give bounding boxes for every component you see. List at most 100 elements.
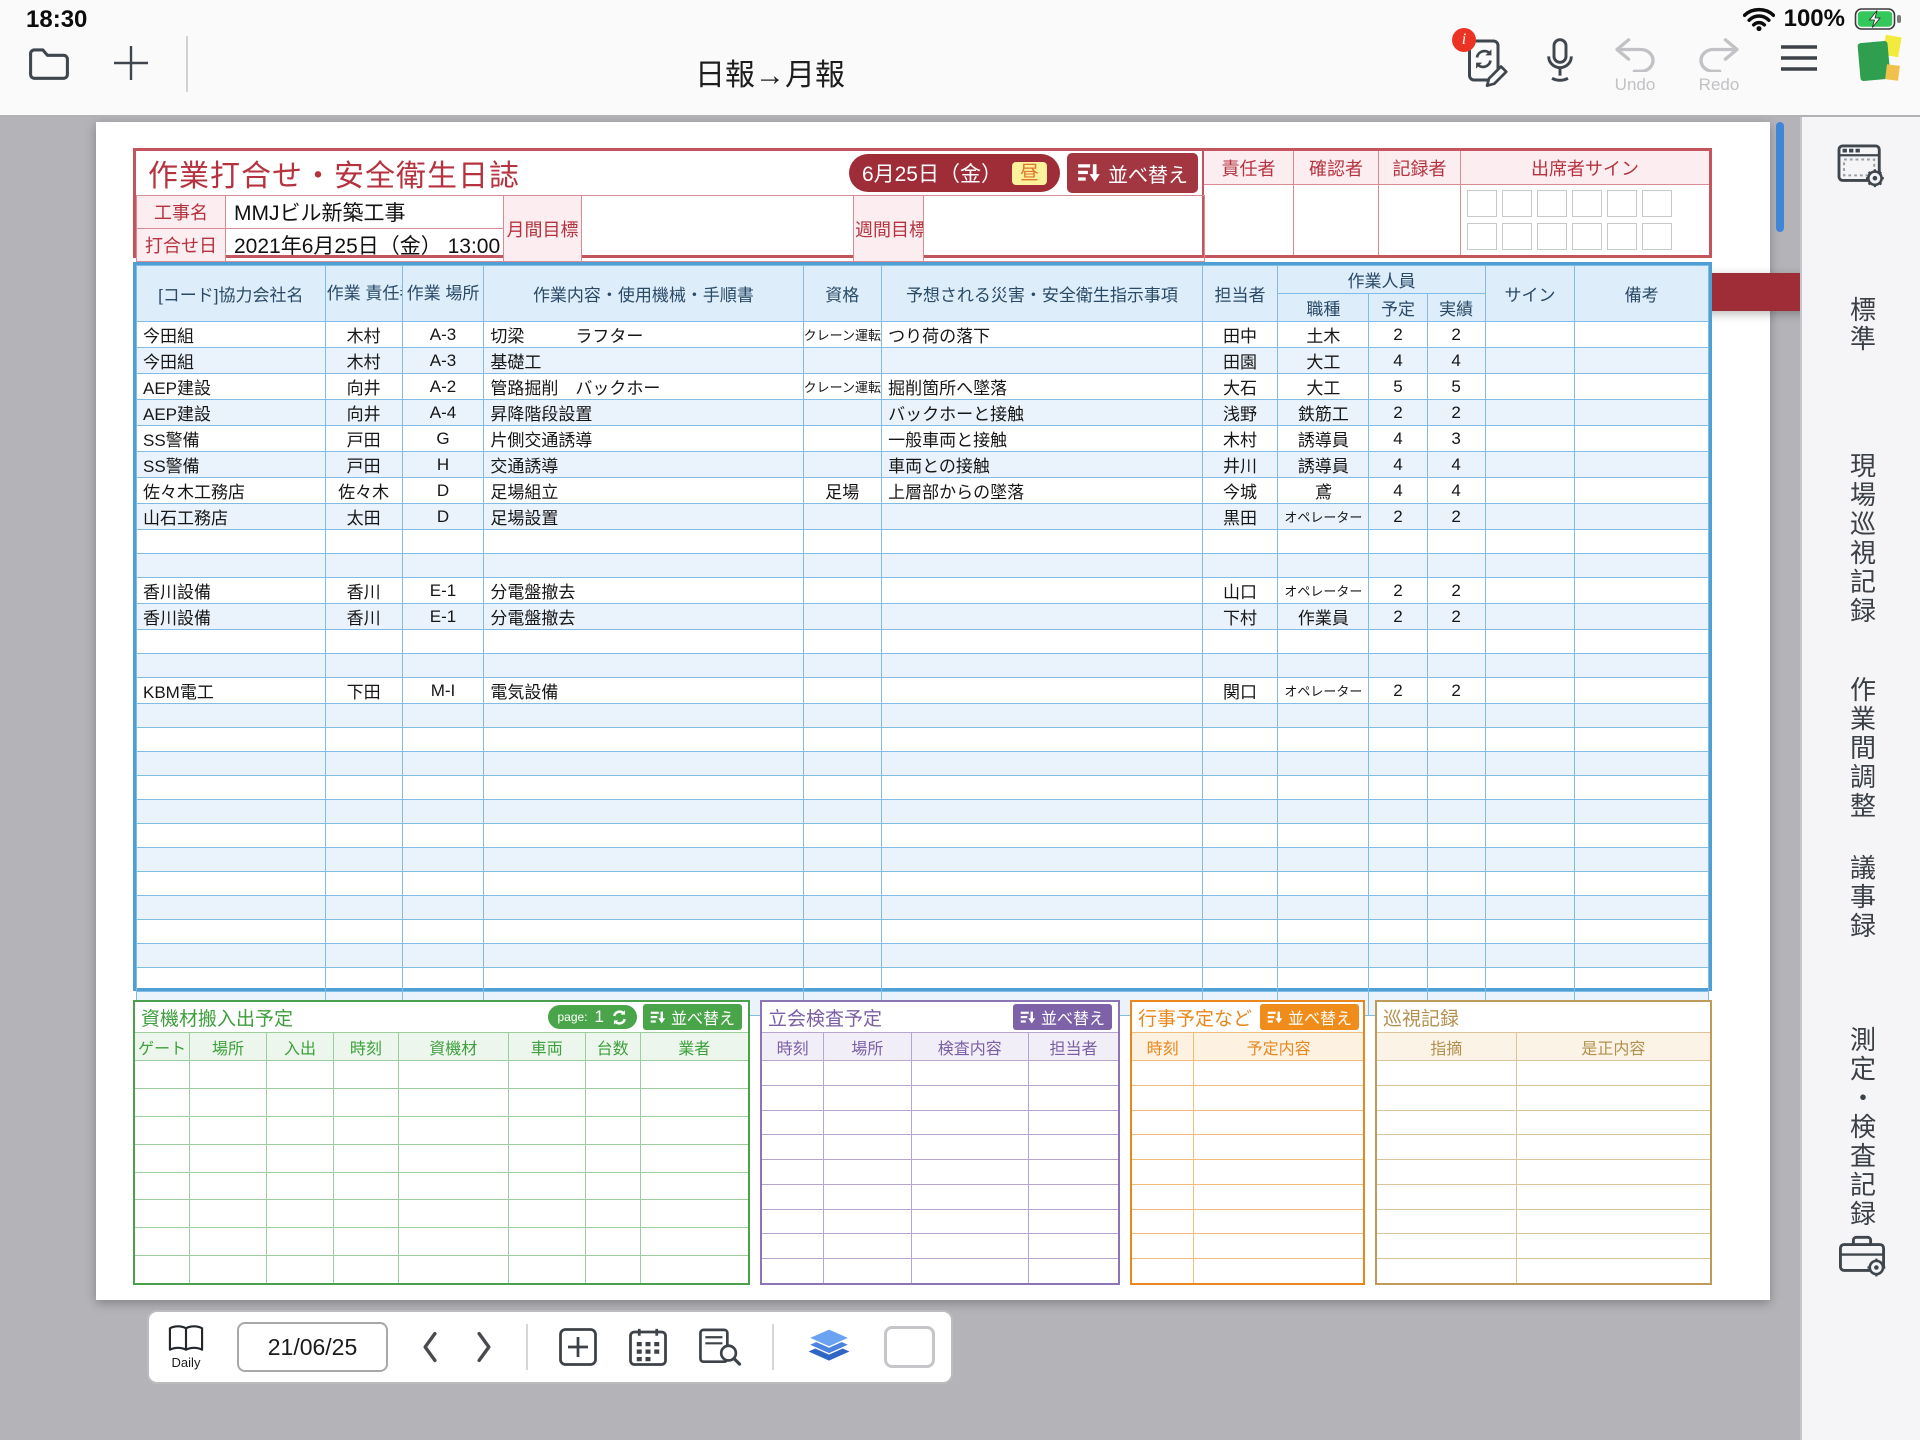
panel-empty-row[interactable] — [135, 1061, 748, 1089]
panel-empty-cell[interactable] — [912, 1259, 1029, 1283]
form-settings-icon[interactable] — [1836, 143, 1888, 189]
table-cell[interactable]: 香川 — [325, 578, 402, 604]
panel-empty-cell[interactable] — [1517, 1185, 1710, 1209]
table-cell[interactable]: A-4 — [402, 400, 484, 426]
table-cell[interactable]: バックホーと接触 — [882, 400, 1203, 426]
panel-empty-cell[interactable] — [399, 1228, 509, 1255]
table-cell[interactable] — [402, 800, 484, 824]
table-cell[interactable] — [484, 752, 803, 776]
table-cell[interactable] — [803, 968, 882, 992]
panel-empty-cell[interactable] — [1194, 1259, 1363, 1283]
panel-empty-cell[interactable] — [641, 1145, 748, 1172]
panel-empty-cell[interactable] — [135, 1117, 190, 1144]
table-cell[interactable]: 片側交通誘導 — [484, 426, 803, 452]
table-cell[interactable] — [1202, 776, 1277, 800]
table-cell[interactable] — [1202, 530, 1277, 554]
table-cell[interactable] — [137, 776, 326, 800]
table-row[interactable]: KBM電工下田M-I電気設備関口オペレーター22 — [137, 678, 1709, 704]
inspection-sort-button[interactable]: 並べ替え — [1013, 1004, 1112, 1030]
panel-empty-cell[interactable] — [267, 1145, 334, 1172]
table-cell[interactable] — [402, 944, 484, 968]
table-cell[interactable] — [402, 728, 484, 752]
panel-empty-cell[interactable] — [1132, 1185, 1194, 1209]
sidebar-item-site-patrol-record[interactable]: 現場巡視記録 — [1844, 452, 1881, 626]
table-cell[interactable] — [803, 704, 882, 728]
panel-empty-cell[interactable] — [334, 1228, 398, 1255]
panel-empty-cell[interactable] — [1132, 1160, 1194, 1184]
panel-empty-cell[interactable] — [586, 1089, 641, 1116]
table-cell[interactable]: 佐々木 — [325, 478, 402, 504]
table-cell[interactable] — [882, 872, 1203, 896]
table-cell[interactable] — [1202, 752, 1277, 776]
table-cell[interactable] — [1485, 322, 1575, 348]
table-cell[interactable] — [882, 800, 1203, 824]
table-cell[interactable]: 作業員 — [1278, 604, 1369, 630]
panel-empty-cell[interactable] — [1377, 1259, 1517, 1283]
panel-empty-cell[interactable] — [1377, 1210, 1517, 1234]
sidebar-item-minutes[interactable]: 議事録 — [1844, 854, 1881, 941]
table-cell[interactable] — [325, 848, 402, 872]
recorder-sign-cell[interactable] — [1379, 185, 1460, 255]
table-cell[interactable]: 香川 — [325, 604, 402, 630]
table-cell[interactable] — [1485, 348, 1575, 374]
panel-empty-cell[interactable] — [190, 1173, 267, 1200]
signature-box[interactable] — [1537, 223, 1567, 250]
table-cell[interactable] — [1575, 504, 1709, 530]
table-cell[interactable]: 4 — [1369, 452, 1427, 478]
table-cell[interactable] — [1278, 654, 1369, 678]
table-cell[interactable] — [803, 678, 882, 704]
table-cell[interactable] — [484, 728, 803, 752]
table-cell[interactable] — [882, 704, 1203, 728]
table-cell[interactable]: 4 — [1427, 348, 1485, 374]
panel-empty-row[interactable] — [135, 1256, 748, 1283]
microphone-button[interactable] — [1544, 36, 1576, 86]
table-cell[interactable] — [1485, 944, 1575, 968]
table-cell[interactable] — [1202, 728, 1277, 752]
table-cell[interactable] — [882, 728, 1203, 752]
table-cell[interactable] — [1202, 848, 1277, 872]
table-cell[interactable] — [1278, 800, 1369, 824]
table-cell[interactable] — [1278, 530, 1369, 554]
panel-empty-row[interactable] — [1377, 1061, 1710, 1086]
panel-empty-cell[interactable] — [190, 1061, 267, 1088]
table-cell[interactable]: 基礎工 — [484, 348, 803, 374]
table-cell[interactable] — [1202, 968, 1277, 992]
table-cell[interactable] — [137, 920, 326, 944]
table-cell[interactable] — [803, 348, 882, 374]
table-cell[interactable] — [325, 728, 402, 752]
panel-empty-cell[interactable] — [334, 1200, 398, 1227]
panel-empty-cell[interactable] — [399, 1256, 509, 1283]
sidebar-item-standard[interactable]: 標準 — [1844, 296, 1881, 354]
table-cell[interactable] — [325, 872, 402, 896]
table-cell[interactable]: 2 — [1369, 604, 1427, 630]
panel-empty-cell[interactable] — [1132, 1111, 1194, 1135]
table-cell[interactable]: 足場組立 — [484, 478, 803, 504]
table-cell[interactable] — [137, 968, 326, 992]
panel-empty-cell[interactable] — [1132, 1234, 1194, 1258]
monthly-goal-value[interactable] — [582, 196, 854, 262]
table-cell[interactable]: A-3 — [402, 348, 484, 374]
table-row[interactable] — [137, 752, 1709, 776]
signature-box[interactable] — [1502, 190, 1532, 217]
table-cell[interactable] — [1575, 452, 1709, 478]
table-cell[interactable]: E-1 — [402, 604, 484, 630]
panel-empty-row[interactable] — [1132, 1234, 1363, 1259]
table-cell[interactable] — [484, 630, 803, 654]
table-cell[interactable] — [882, 630, 1203, 654]
table-cell[interactable] — [1427, 800, 1485, 824]
table-cell[interactable] — [1278, 944, 1369, 968]
panel-empty-cell[interactable] — [267, 1200, 334, 1227]
panel-empty-cell[interactable] — [1132, 1135, 1194, 1159]
table-cell[interactable] — [484, 654, 803, 678]
table-row[interactable] — [137, 530, 1709, 554]
add-page-button[interactable] — [110, 42, 152, 84]
table-cell[interactable] — [882, 944, 1203, 968]
table-cell[interactable]: 向井 — [325, 374, 402, 400]
table-cell[interactable] — [1575, 654, 1709, 678]
table-cell[interactable] — [803, 578, 882, 604]
table-cell[interactable]: 山石工務店 — [137, 504, 326, 530]
table-cell[interactable]: 香川設備 — [137, 604, 326, 630]
panel-empty-cell[interactable] — [641, 1117, 748, 1144]
table-cell[interactable] — [1369, 704, 1427, 728]
table-cell[interactable] — [1485, 604, 1575, 630]
